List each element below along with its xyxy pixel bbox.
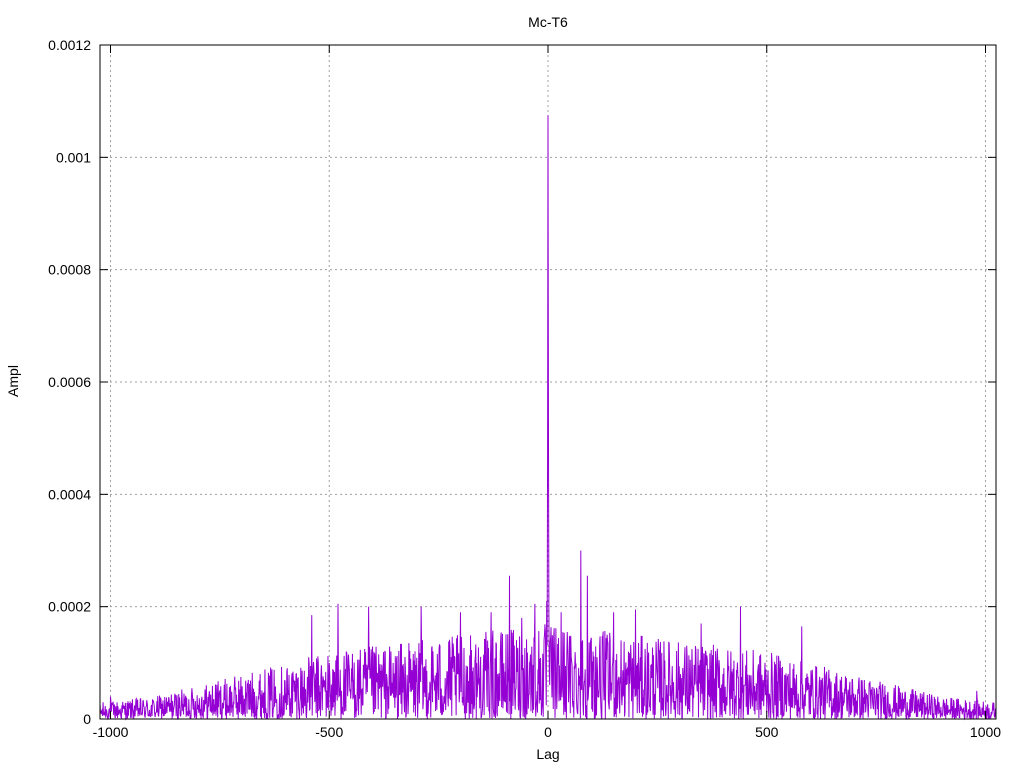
y-tick-label: 0.001	[56, 149, 91, 165]
x-axis-label: Lag	[536, 746, 559, 762]
y-tick-label: 0	[83, 711, 91, 727]
axis-ticks: -1000 -500 0 500 1000 0 0.0002 0.0004 0.0006 0.00…	[48, 37, 1001, 740]
x-tick-label: 1000	[970, 724, 1001, 740]
chart-title: Mc-T6	[528, 14, 568, 30]
correlation-chart: -1000 -500 0 500 1000 0 0.0002 0.0004 0.0006 0.00…	[5, 14, 1001, 762]
y-tick-label: 0.0008	[48, 262, 91, 278]
y-tick-label: 0.0004	[48, 486, 91, 502]
y-tick-label: 0.0012	[48, 37, 91, 53]
y-tick-label: 0.0002	[48, 599, 91, 615]
y-axis-label: Ampl	[5, 365, 21, 397]
x-tick-label: 500	[755, 724, 779, 740]
x-tick-label: -500	[315, 724, 343, 740]
x-tick-label: 0	[544, 724, 552, 740]
series-layer	[99, 115, 997, 721]
x-tick-label: -1000	[93, 724, 129, 740]
y-tick-label: 0.0006	[48, 374, 91, 390]
series-line	[99, 115, 997, 721]
